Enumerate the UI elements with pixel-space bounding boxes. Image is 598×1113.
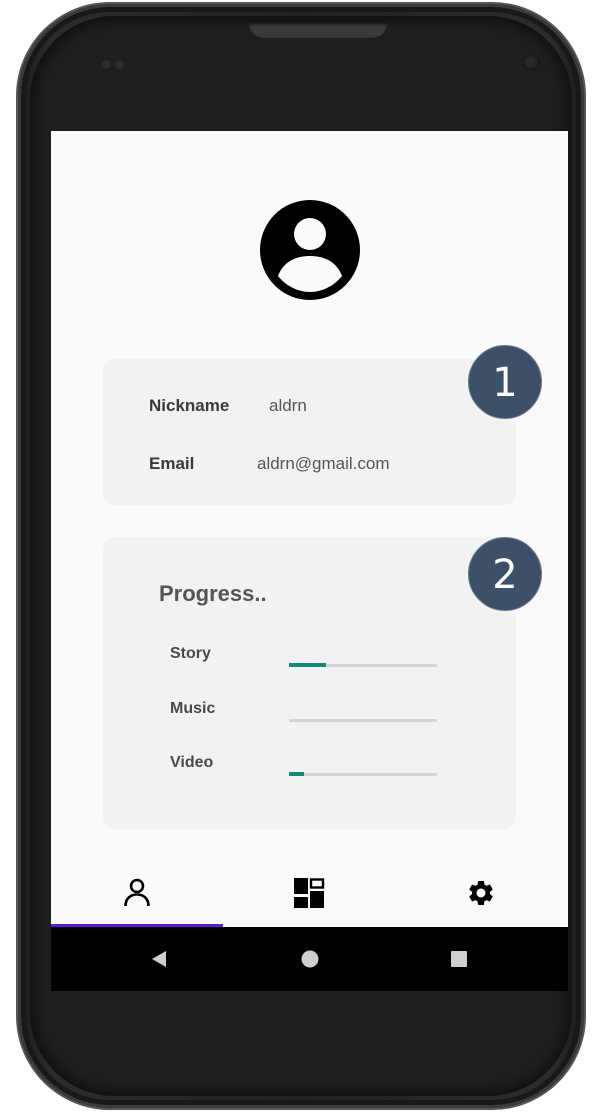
progress-label-story: Story (170, 645, 211, 662)
earpiece-speaker (248, 22, 388, 38)
nickname-label: Nickname (149, 396, 230, 415)
device-stage: Nickname aldrn Email aldrn@gmail.com Pro… (0, 0, 598, 1113)
system-recents-button[interactable] (443, 943, 475, 975)
system-navigation-bar (51, 927, 568, 991)
progress-bar-music (289, 719, 437, 722)
recents-icon (451, 951, 467, 967)
settings-gear-icon (469, 880, 493, 905)
email-value: aldrn@gmail.com (257, 454, 390, 473)
nav-tab-profile[interactable] (51, 859, 223, 927)
person-outline-icon (124, 878, 150, 907)
progress-label-video: Video (170, 754, 214, 771)
progress-fill-video (289, 772, 304, 776)
back-icon (152, 951, 166, 967)
nav-tab-dashboard[interactable] (223, 859, 395, 927)
dashboard-icon (294, 878, 325, 908)
proximity-sensors (102, 56, 128, 69)
progress-card: Progress.. Story Music Video (103, 537, 516, 829)
progress-fill-story (289, 663, 326, 667)
email-label: Email (149, 454, 195, 473)
bottom-navigation (51, 859, 568, 927)
nickname-value: aldrn (269, 396, 307, 415)
system-home-button[interactable] (294, 943, 326, 975)
progress-title: Progress.. (159, 581, 267, 606)
progress-bar-video (289, 772, 437, 776)
account-circle-icon[interactable] (256, 200, 364, 300)
callout-badge-2: 2 (468, 537, 542, 611)
progress-bar-story (289, 663, 437, 667)
nav-tab-settings[interactable] (395, 859, 567, 927)
progress-label-music: Music (170, 700, 216, 717)
front-camera (523, 54, 539, 70)
home-icon (301, 950, 319, 968)
system-back-button[interactable] (143, 943, 175, 975)
profile-info-card: Nickname aldrn Email aldrn@gmail.com (103, 359, 516, 505)
callout-badge-1: 1 (468, 345, 542, 419)
